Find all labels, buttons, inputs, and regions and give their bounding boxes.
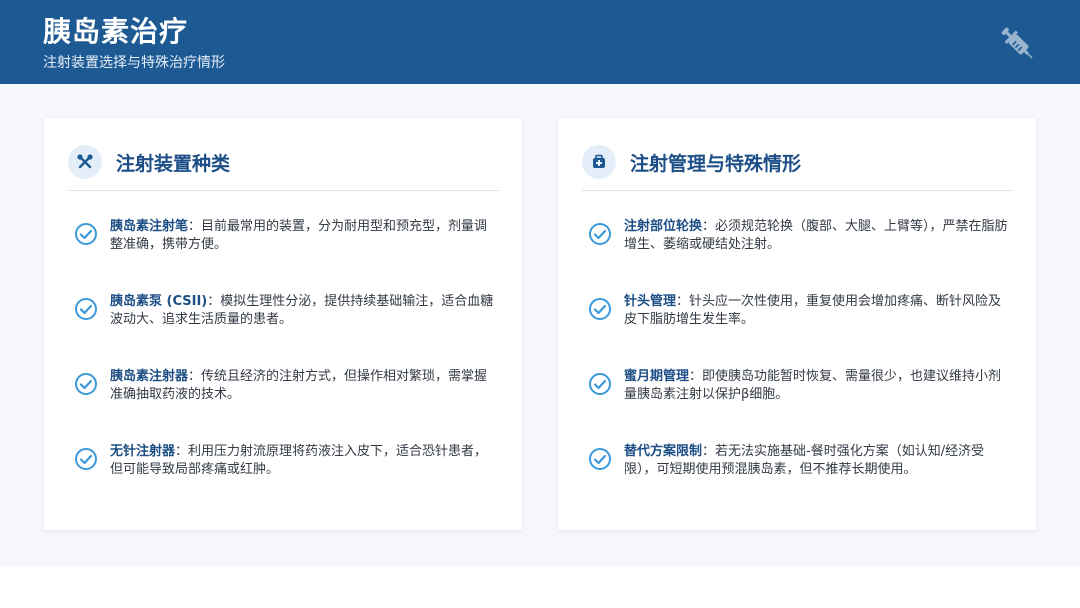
check-circle-icon [589,373,611,395]
list-item: 胰岛素泵 (CSII)：模拟生理性分泌，提供持续基础输注，适合血糖波动大、追求生… [74,293,494,329]
tools-icon [68,145,102,179]
page-title: 胰岛素治疗 [43,15,189,48]
divider [68,190,499,191]
medical-kit-icon [582,145,616,179]
item-key: 注射部位轮换 [624,219,703,234]
item-text: 胰岛素注射笔：目前最常用的装置，分为耐用型和预充型，剂量调整准确，携带方便。 [110,218,494,254]
item-text: 蜜月期管理：即使胰岛功能暂时恢复、需量很少，也建议维持小剂量胰岛素注射以保护β细… [624,368,1008,404]
check-circle-icon [589,448,611,470]
item-text: 无针注射器：利用压力射流原理将药液注入皮下，适合恐针患者，但可能导致局部疼痛或红… [110,443,494,479]
list-item: 注射部位轮换：必须规范轮换（腹部、大腿、上臂等），严禁在脂肪增生、萎缩或硬结处注… [588,218,1008,254]
item-key: 蜜月期管理 [624,369,690,384]
item-key: 胰岛素注射器 [110,369,189,384]
item-text: 注射部位轮换：必须规范轮换（腹部、大腿、上臂等），严禁在脂肪增生、萎缩或硬结处注… [624,218,1008,254]
item-key: 胰岛素注射笔 [110,219,189,234]
management-card: 注射管理与特殊情形 注射部位轮换：必须规范轮换（腹部、大腿、上臂等），严禁在脂肪… [558,118,1036,530]
item-description: ：针头应一次性使用，重复使用会增加疼痛、断针风险及皮下脂肪增生发生率。 [624,294,1002,327]
list-item: 胰岛素注射器：传统且经济的注射方式，但操作相对繁琐，需掌握准确抽取药液的技术。 [74,368,494,404]
list-item: 针头管理：针头应一次性使用，重复使用会增加疼痛、断针风险及皮下脂肪增生发生率。 [588,293,1008,329]
item-key: 胰岛素泵 (CSII) [110,294,208,309]
item-text: 胰岛素泵 (CSII)：模拟生理性分泌，提供持续基础输注，适合血糖波动大、追求生… [110,293,494,329]
card-title: 注射装置种类 [116,152,231,175]
item-text: 替代方案限制：若无法实施基础-餐时强化方案（如认知/经济受限），可短期使用预混胰… [624,443,1008,479]
check-circle-icon [75,223,97,245]
card-title: 注射管理与特殊情形 [630,152,802,175]
list-item: 无针注射器：利用压力射流原理将药液注入皮下，适合恐针患者，但可能导致局部疼痛或红… [74,443,494,479]
list-item: 蜜月期管理：即使胰岛功能暂时恢复、需量很少，也建议维持小剂量胰岛素注射以保护β细… [588,368,1008,404]
header-banner: 胰岛素治疗 注射装置选择与特殊治疗情形 [0,0,1080,84]
divider [582,190,1013,191]
syringe-icon [1001,27,1033,59]
check-circle-icon [589,223,611,245]
card-header: 注射管理与特殊情形 [582,144,801,180]
card-header: 注射装置种类 [68,144,230,180]
check-circle-icon [589,298,611,320]
list-item: 胰岛素注射笔：目前最常用的装置，分为耐用型和预充型，剂量调整准确，携带方便。 [74,218,494,254]
item-text: 针头管理：针头应一次性使用，重复使用会增加疼痛、断针风险及皮下脂肪增生发生率。 [624,293,1008,329]
item-key: 针头管理 [624,294,677,309]
item-key: 无针注射器 [110,444,176,459]
device-types-card: 注射装置种类 胰岛素注射笔：目前最常用的装置，分为耐用型和预充型，剂量调整准确，… [44,118,522,530]
item-key: 替代方案限制 [624,444,703,459]
check-circle-icon [75,298,97,320]
check-circle-icon [75,373,97,395]
check-circle-icon [75,448,97,470]
item-text: 胰岛素注射器：传统且经济的注射方式，但操作相对繁琐，需掌握准确抽取药液的技术。 [110,368,494,404]
list-item: 替代方案限制：若无法实施基础-餐时强化方案（如认知/经济受限），可短期使用预混胰… [588,443,1008,479]
page-subtitle: 注射装置选择与特殊治疗情形 [43,55,225,71]
